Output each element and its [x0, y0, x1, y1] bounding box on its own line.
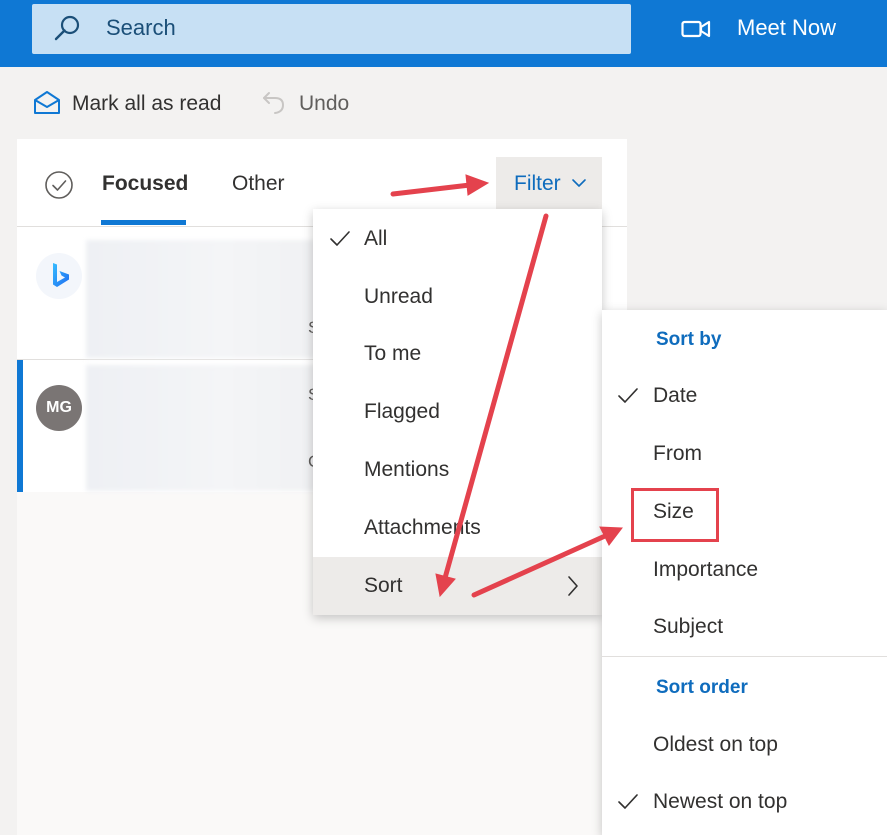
avatar: MG [36, 385, 82, 431]
filter-menu-item-attachments[interactable]: Attachments [313, 499, 602, 557]
chevron-right-icon [568, 576, 578, 596]
blurred-message-content [86, 365, 316, 491]
menu-item-label: Subject [653, 615, 724, 638]
menu-item-label: Importance [653, 558, 759, 581]
tab-other[interactable]: Other [232, 170, 285, 198]
select-all-checkbox-icon[interactable] [44, 170, 74, 200]
filter-menu-item-mentions[interactable]: Mentions [313, 441, 602, 499]
search-icon [54, 15, 80, 41]
filter-menu-item-unread[interactable]: Unread [313, 268, 602, 326]
sort-order-oldest-on-top[interactable]: Oldest on top [602, 716, 887, 774]
menu-item-label: Date [653, 384, 698, 407]
sort-by-from[interactable]: From [602, 425, 887, 483]
menu-item-label: To me [364, 342, 422, 365]
left-rail [0, 139, 17, 835]
sort-by-importance[interactable]: Importance [602, 541, 887, 599]
blurred-message-content [86, 240, 316, 358]
checkmark-icon [618, 388, 638, 403]
tab-selected-indicator [101, 220, 186, 225]
filter-menu-item-sort[interactable]: Sort [313, 557, 602, 615]
filter-button-label[interactable]: Filter [514, 170, 561, 198]
menu-item-label: Unread [364, 285, 433, 308]
checkmark-icon [330, 231, 350, 246]
checkmark-icon [618, 794, 638, 809]
annotation-highlight-box [631, 488, 719, 542]
sort-order-header: Sort order [656, 677, 748, 698]
search-placeholder: Search [106, 15, 176, 40]
menu-item-label: From [653, 442, 702, 465]
bing-logo-icon [53, 263, 69, 287]
menu-item-label: Newest on top [653, 790, 788, 813]
filter-menu-item-to-me[interactable]: To me [313, 325, 602, 383]
envelope-open-icon [34, 91, 60, 114]
undo-icon [263, 92, 285, 114]
menu-item-label: Mentions [364, 458, 450, 481]
chevron-down-icon [572, 179, 586, 187]
sort-by-subject[interactable]: Subject [602, 598, 887, 656]
filter-menu-item-all[interactable]: All [313, 210, 602, 268]
tab-focused[interactable]: Focused [102, 170, 188, 198]
menu-divider [602, 656, 887, 657]
menu-item-label: Flagged [364, 400, 440, 423]
sort-by-header: Sort by [656, 329, 722, 350]
menu-item-label: All [364, 227, 388, 250]
filter-menu-item-flagged[interactable]: Flagged [313, 383, 602, 441]
undo-button[interactable]: Undo [299, 90, 349, 118]
sort-by-date[interactable]: Date [602, 367, 887, 425]
selected-item-indicator [17, 360, 23, 492]
video-camera-icon[interactable] [681, 18, 711, 40]
menu-item-label: Attachments [364, 516, 481, 539]
mark-all-read-button[interactable]: Mark all as read [72, 90, 221, 118]
sort-order-newest-on-top[interactable]: Newest on top [602, 773, 887, 831]
menu-item-label: Sort [364, 574, 403, 597]
avatar [36, 253, 82, 299]
menu-item-label: Oldest on top [653, 733, 778, 756]
meet-now-button[interactable]: Meet Now [737, 14, 836, 42]
